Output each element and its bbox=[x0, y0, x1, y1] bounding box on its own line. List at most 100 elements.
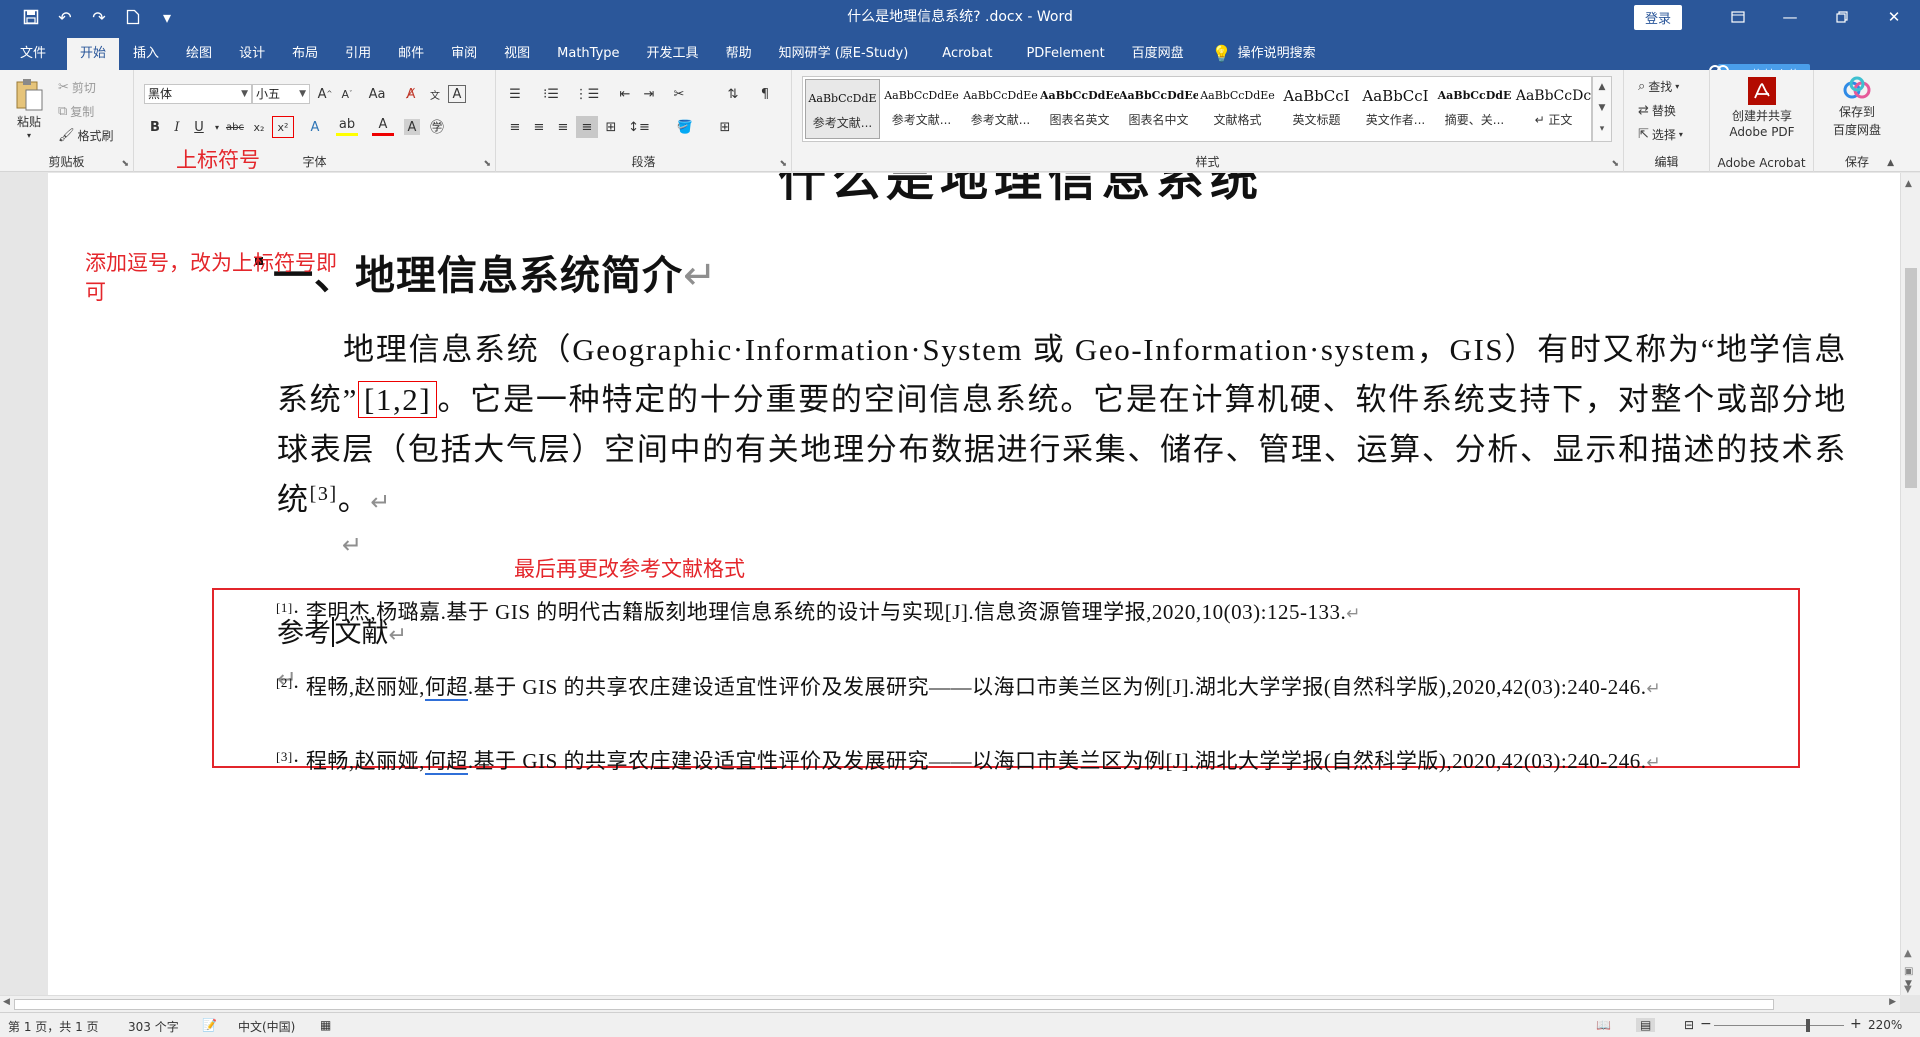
align-left-icon[interactable]: ≡ bbox=[504, 116, 526, 138]
undo-icon[interactable]: ↶ bbox=[50, 3, 80, 31]
align-right-icon[interactable]: ≡ bbox=[552, 116, 574, 138]
clipboard-dialog-launcher-icon[interactable]: ⬊ bbox=[121, 159, 129, 169]
change-case-icon[interactable]: Aa bbox=[366, 83, 388, 105]
borders-icon[interactable]: ⊞ bbox=[714, 116, 736, 138]
zoom-out-icon[interactable]: − bbox=[1700, 1016, 1712, 1032]
cut-button[interactable]: ✂ 剪切 bbox=[58, 79, 96, 96]
font-name-combo[interactable]: 黑体 ▼ bbox=[144, 84, 252, 104]
grow-font-icon[interactable]: A ^ bbox=[314, 83, 336, 105]
tab-draw[interactable]: 绘图 bbox=[173, 38, 225, 70]
style-item[interactable]: AaBbCcDdEe 参考文献... bbox=[961, 77, 1040, 141]
line-spacing-icon[interactable]: ↕≡ bbox=[628, 116, 650, 138]
shrink-font-icon[interactable]: Aˇ bbox=[336, 83, 358, 105]
scroll-up-icon[interactable]: ▲ bbox=[1905, 179, 1912, 189]
save-icon[interactable] bbox=[16, 3, 46, 31]
shading-icon[interactable]: 🪣 bbox=[674, 116, 696, 138]
tab-help[interactable]: 帮助 bbox=[713, 38, 765, 70]
tab-file[interactable]: 文件 bbox=[0, 38, 66, 70]
style-item[interactable]: AaBbCcI 英文作者... bbox=[1356, 77, 1435, 141]
font-dialog-launcher-icon[interactable]: ⬊ bbox=[483, 159, 491, 169]
scroll-left-icon[interactable]: ◀ bbox=[3, 997, 10, 1007]
zoom-level[interactable]: 220% bbox=[1868, 1018, 1902, 1032]
multilevel-list-icon[interactable]: ⋮☰ bbox=[575, 83, 600, 105]
format-painter-button[interactable]: 🖌 格式刷 bbox=[58, 127, 114, 144]
document-page[interactable]: 什么是地理信息系统 一、地理信息系统简介↵ 地理信息系统（Geographic·… bbox=[48, 173, 1900, 995]
style-item[interactable]: AaBbCcDdEe 参考文献... bbox=[882, 77, 961, 141]
horizontal-scroll-thumb[interactable] bbox=[14, 999, 1774, 1010]
word-count[interactable]: 303 个字 bbox=[128, 1018, 179, 1035]
more-styles-icon[interactable]: ▾ bbox=[1593, 119, 1611, 140]
tab-baidu-netdisk[interactable]: 百度网盘 bbox=[1119, 38, 1197, 70]
restore-icon[interactable] bbox=[1816, 0, 1868, 34]
style-item[interactable]: AaBbCcDdE 摘要、关... bbox=[1435, 77, 1514, 141]
customize-qat-icon[interactable]: ▾ bbox=[152, 3, 182, 31]
bullets-icon[interactable]: ☰ bbox=[504, 83, 526, 105]
justify-icon[interactable]: ≡ bbox=[576, 116, 598, 138]
minimize-icon[interactable]: — bbox=[1764, 0, 1816, 34]
styles-dialog-launcher-icon[interactable]: ⬊ bbox=[1611, 159, 1619, 169]
character-shading-icon[interactable]: A bbox=[404, 119, 420, 135]
styles-gallery-scroll[interactable]: ▲ ▼ ▾ bbox=[1592, 76, 1612, 142]
clear-formatting-icon[interactable]: A̸ bbox=[400, 83, 422, 105]
tab-review[interactable]: 审阅 bbox=[438, 38, 490, 70]
tab-view[interactable]: 视图 bbox=[491, 38, 543, 70]
font-size-combo[interactable]: 小五 ▼ bbox=[252, 84, 310, 104]
web-layout-icon[interactable]: ⊟ bbox=[1684, 1018, 1694, 1032]
page-count[interactable]: 第 1 页，共 1 页 bbox=[8, 1018, 99, 1035]
tab-layout[interactable]: 布局 bbox=[279, 38, 331, 70]
chevron-down-icon[interactable]: ▼ bbox=[1593, 98, 1611, 119]
scroll-right-icon[interactable]: ▶ bbox=[1889, 997, 1896, 1007]
style-item[interactable]: AaBbCcI 英文标题 bbox=[1277, 77, 1356, 141]
superscript-icon[interactable]: x² bbox=[272, 116, 294, 138]
align-center-icon[interactable]: ≡ bbox=[528, 116, 550, 138]
copy-button[interactable]: ⧉ 复制 bbox=[58, 103, 94, 120]
tab-design[interactable]: 设计 bbox=[226, 38, 278, 70]
tab-insert[interactable]: 插入 bbox=[120, 38, 172, 70]
login-button[interactable]: 登录 bbox=[1633, 4, 1682, 30]
paragraph-dialog-launcher-icon[interactable]: ⬊ bbox=[779, 159, 787, 169]
zoom-slider-thumb[interactable] bbox=[1806, 1019, 1810, 1032]
vertical-scrollbar[interactable]: ▲ ▼ bbox=[1900, 173, 1920, 995]
zoom-in-icon[interactable]: + bbox=[1850, 1016, 1862, 1032]
sort-icon[interactable]: ⇅ bbox=[722, 83, 744, 105]
tab-pdfelement[interactable]: PDFelement bbox=[1013, 38, 1117, 70]
language-indicator[interactable]: 中文(中国) bbox=[238, 1018, 295, 1035]
tab-home[interactable]: 开始 bbox=[67, 38, 120, 70]
paste-button[interactable]: 粘贴 ▾ bbox=[14, 78, 44, 140]
replace-button[interactable]: ⇄ 替换 bbox=[1638, 102, 1676, 119]
new-document-icon[interactable] bbox=[118, 3, 148, 31]
create-share-pdf-button[interactable]: 创建并共享 Adobe PDF bbox=[1718, 76, 1806, 139]
tab-developer[interactable]: 开发工具 bbox=[634, 38, 712, 70]
print-layout-icon[interactable]: ▤ bbox=[1636, 1018, 1656, 1032]
phonetic-guide-icon[interactable]: 文 bbox=[424, 83, 446, 105]
save-to-baidu-button[interactable]: 保存到 百度网盘 bbox=[1822, 76, 1892, 138]
style-item[interactable]: AaBbCcDdE 参考文献... bbox=[805, 79, 880, 139]
style-item[interactable]: AaBbCcDc ↵ 正文 bbox=[1514, 77, 1593, 141]
proofing-icon[interactable]: 📝 bbox=[202, 1018, 217, 1032]
zoom-slider-track[interactable] bbox=[1714, 1025, 1844, 1026]
read-mode-icon[interactable]: 📖 bbox=[1596, 1018, 1611, 1032]
increase-indent-icon[interactable]: ⇥ bbox=[638, 83, 660, 105]
text-effects-icon[interactable]: A bbox=[304, 116, 326, 138]
decrease-indent-icon[interactable]: ⇤ bbox=[614, 83, 636, 105]
close-icon[interactable]: ✕ bbox=[1868, 0, 1920, 34]
style-item[interactable]: AaBbCcDdEe 图表名英文 bbox=[1040, 77, 1119, 141]
page-navigation-icons[interactable]: ▲ ▣ ▼ bbox=[1904, 945, 1918, 999]
tell-me-search[interactable]: 💡 操作说明搜索 bbox=[1198, 38, 1316, 70]
numbering-icon[interactable]: ⁝☰ bbox=[540, 83, 562, 105]
bold-icon[interactable]: B bbox=[144, 116, 166, 138]
strikethrough-icon[interactable]: abc bbox=[224, 116, 246, 138]
enclose-characters-icon[interactable]: ㊫ bbox=[426, 116, 448, 138]
show-hide-marks-icon[interactable]: ¶ bbox=[754, 83, 776, 105]
font-color-icon[interactable]: A bbox=[372, 116, 394, 136]
tab-mathtype[interactable]: MathType bbox=[544, 38, 632, 70]
chinese-layout-icon[interactable]: ✂ bbox=[668, 83, 690, 105]
style-item[interactable]: AaBbCcDdEe 文献格式 bbox=[1198, 77, 1277, 141]
italic-icon[interactable]: I bbox=[166, 116, 188, 138]
subscript-icon[interactable]: x₂ bbox=[248, 116, 270, 138]
find-button[interactable]: ⌕ 查找 ▾ bbox=[1638, 78, 1679, 95]
select-button[interactable]: ⇱ 选择 ▾ bbox=[1638, 126, 1683, 143]
tab-references[interactable]: 引用 bbox=[332, 38, 384, 70]
distributed-icon[interactable]: ⊞ bbox=[600, 116, 622, 138]
collapse-ribbon-icon[interactable]: ▲ bbox=[1887, 158, 1894, 168]
